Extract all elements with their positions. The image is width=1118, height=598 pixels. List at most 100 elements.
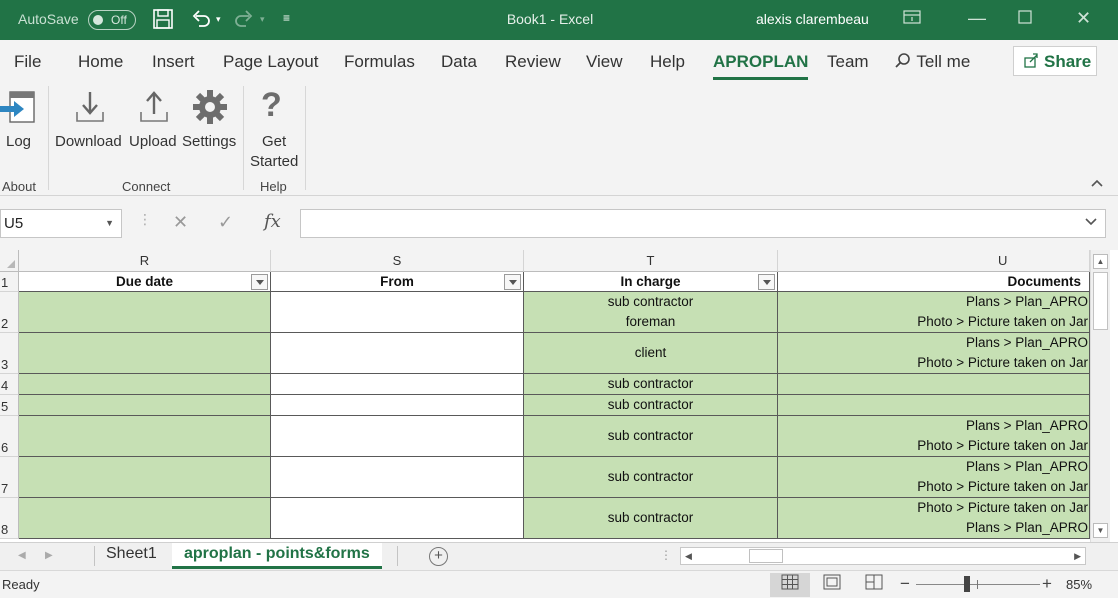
header-cell-due-date[interactable]: Due date <box>19 272 271 292</box>
table-cell-in-charge[interactable]: sub contractor <box>524 457 778 498</box>
tab-separator <box>94 546 95 566</box>
table-cell-documents[interactable] <box>778 395 1090 416</box>
collapse-ribbon-icon[interactable] <box>1090 176 1104 191</box>
table-cell-documents[interactable]: Plans > Plan_APRO Photo > Picture taken o… <box>778 292 1090 333</box>
table-cell-from[interactable] <box>271 333 524 374</box>
column-header-u[interactable]: U <box>778 250 1090 272</box>
page-layout-view-button[interactable] <box>812 573 852 597</box>
table-cell-documents[interactable]: Plans > Plan_APRO Photo > Picture taken o… <box>778 457 1090 498</box>
table-cell-documents[interactable]: Plans > Plan_APRO Photo > Picture taken o… <box>778 416 1090 457</box>
scroll-left-icon[interactable]: ◀ <box>685 551 692 562</box>
table-cell-from[interactable] <box>271 498 524 539</box>
row-header[interactable]: 1 <box>0 272 19 292</box>
filter-dropdown-button[interactable] <box>251 274 268 290</box>
zoom-in-icon[interactable]: + <box>1042 574 1052 594</box>
table-cell-due[interactable] <box>19 498 271 539</box>
insert-function-icon[interactable]: fx <box>264 211 281 232</box>
table-cell-due[interactable] <box>19 292 271 333</box>
splitter-handle-icon[interactable]: ⋮ <box>660 548 672 562</box>
select-all-corner[interactable] <box>0 250 19 272</box>
table-cell-documents[interactable] <box>778 374 1090 395</box>
column-header-t[interactable]: T <box>524 250 778 272</box>
formula-input[interactable] <box>300 209 1106 238</box>
scroll-thumb[interactable] <box>749 549 783 563</box>
tell-me-label: Tell me <box>916 52 971 71</box>
scroll-right-icon[interactable]: ▶ <box>1074 551 1081 562</box>
maximize-icon[interactable] <box>1018 10 1032 29</box>
row-header[interactable]: 6 <box>0 416 19 457</box>
column-header-r[interactable]: R <box>19 250 271 272</box>
vertical-scrollbar[interactable]: ▲ ▼ <box>1090 250 1110 542</box>
row-header[interactable]: 2 <box>0 292 19 333</box>
tab-formulas[interactable]: Formulas <box>344 52 415 72</box>
tell-me-search[interactable]: Tell me <box>894 52 970 72</box>
tab-data[interactable]: Data <box>441 52 477 72</box>
table-cell-in-charge[interactable]: sub contractor <box>524 416 778 457</box>
zoom-slider-thumb[interactable] <box>964 576 970 592</box>
minimize-icon[interactable]: — <box>968 8 986 29</box>
scroll-up-icon[interactable]: ▲ <box>1093 254 1108 269</box>
add-sheet-button[interactable]: + <box>429 547 448 566</box>
zoom-out-icon[interactable]: − <box>900 574 910 594</box>
prev-sheet-icon[interactable]: ◀ <box>18 550 26 561</box>
tab-team[interactable]: Team <box>827 52 869 72</box>
settings-button[interactable]: Settings <box>181 86 239 166</box>
table-cell-in-charge[interactable]: sub contractor <box>524 395 778 416</box>
horizontal-scrollbar[interactable]: ◀ ▶ <box>680 547 1086 565</box>
table-cell-due[interactable] <box>19 333 271 374</box>
tab-help[interactable]: Help <box>650 52 685 72</box>
sheet-tab-sheet1[interactable]: Sheet1 <box>106 543 157 569</box>
table-cell-due[interactable] <box>19 374 271 395</box>
header-cell-documents[interactable]: Documents <box>778 272 1090 292</box>
get-started-button[interactable]: ? Get Started <box>247 86 301 172</box>
row-header[interactable]: 3 <box>0 333 19 374</box>
table-cell-from[interactable] <box>271 292 524 333</box>
table-cell-in-charge[interactable]: client <box>524 333 778 374</box>
filter-dropdown-button[interactable] <box>758 274 775 290</box>
table-cell-in-charge[interactable]: sub contractor <box>524 498 778 539</box>
table-cell-in-charge[interactable]: sub contractor <box>524 374 778 395</box>
sheet-tab-aproplan[interactable]: aproplan - points&forms <box>172 543 382 569</box>
row-header[interactable]: 4 <box>0 374 19 395</box>
table-cell-due[interactable] <box>19 416 271 457</box>
upload-button[interactable]: Upload <box>128 86 180 166</box>
ribbon-display-icon[interactable] <box>903 9 921 30</box>
row-header[interactable]: 8 <box>0 498 19 539</box>
table-cell-due[interactable] <box>19 395 271 416</box>
normal-view-button[interactable] <box>770 573 810 597</box>
column-header-s[interactable]: S <box>271 250 524 272</box>
close-icon[interactable]: ✕ <box>1076 8 1091 29</box>
page-break-view-button[interactable] <box>854 573 894 597</box>
table-cell-from[interactable] <box>271 457 524 498</box>
tab-insert[interactable]: Insert <box>152 52 195 72</box>
share-button[interactable]: Share <box>1013 46 1097 76</box>
tab-page-layout[interactable]: Page Layout <box>223 52 318 72</box>
table-cell-documents[interactable]: Photo > Picture taken on Jar Plans > Plan… <box>778 498 1090 539</box>
row-header[interactable]: 5 <box>0 395 19 416</box>
tab-view[interactable]: View <box>586 52 623 72</box>
log-button[interactable]: Log <box>0 86 40 166</box>
zoom-level[interactable]: 85% <box>1066 577 1092 592</box>
tab-file[interactable]: File <box>14 52 41 72</box>
table-cell-due[interactable] <box>19 457 271 498</box>
download-button[interactable]: Download <box>54 86 126 166</box>
tab-aproplan[interactable]: APROPLAN <box>713 52 809 80</box>
name-box[interactable]: U5 ▼ <box>0 209 122 238</box>
zoom-slider-track[interactable] <box>916 584 1040 585</box>
table-cell-from[interactable] <box>271 374 524 395</box>
header-cell-in-charge[interactable]: In charge <box>524 272 778 292</box>
tab-home[interactable]: Home <box>78 52 123 72</box>
row-header[interactable]: 7 <box>0 457 19 498</box>
scroll-thumb[interactable] <box>1093 272 1108 330</box>
user-name[interactable]: alexis clarembeau <box>756 11 869 27</box>
table-cell-from[interactable] <box>271 395 524 416</box>
filter-dropdown-button[interactable] <box>504 274 521 290</box>
table-cell-in-charge[interactable]: sub contractor foreman <box>524 292 778 333</box>
expand-formula-bar-icon[interactable] <box>1085 217 1097 229</box>
header-cell-from[interactable]: From <box>271 272 524 292</box>
next-sheet-icon[interactable]: ▶ <box>45 550 53 561</box>
table-cell-from[interactable] <box>271 416 524 457</box>
scroll-down-icon[interactable]: ▼ <box>1093 523 1108 538</box>
tab-review[interactable]: Review <box>505 52 561 72</box>
table-cell-documents[interactable]: Plans > Plan_APRO Photo > Picture taken o… <box>778 333 1090 374</box>
